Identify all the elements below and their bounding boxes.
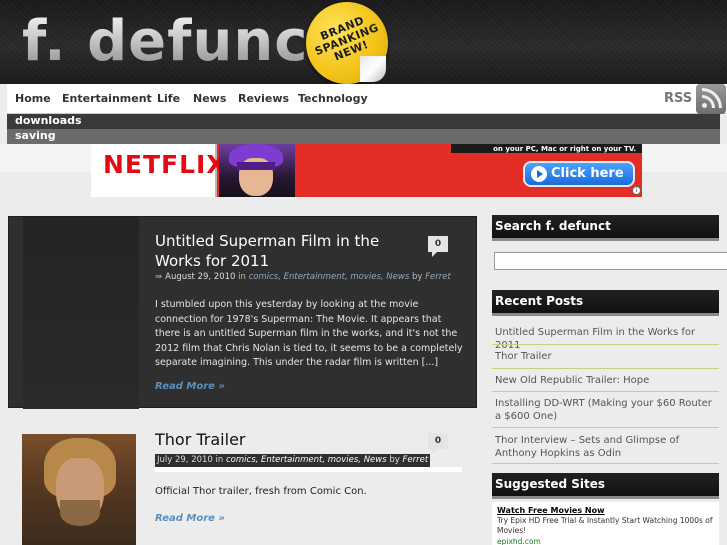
recent-divider [492,344,719,345]
recent-post-link[interactable]: Installing DD-WRT (Making your $60 Route… [495,397,719,423]
recent-divider [492,463,719,464]
read-more-link[interactable]: Read More » [155,381,225,392]
post-author[interactable]: Ferret [403,455,429,465]
nav-item-life[interactable]: Life [157,92,180,105]
post-thumbnail[interactable] [23,217,139,409]
rss-label[interactable]: RSS [664,91,692,106]
recent-post-link[interactable]: Untitled Superman Film in the Works for … [495,326,719,352]
ad-click-label: Click here [551,166,624,181]
post-excerpt: I stumbled upon this yesterday by lookin… [155,299,463,368]
recent-posts-title: Recent Posts [492,290,719,316]
site-logo[interactable]: f. defunct [22,14,336,70]
ad-brand: NETFLIX [103,150,227,179]
post-superman: Untitled Superman Film in the Works for … [8,216,477,409]
ad-tagline: on your PC, Mac or right on your TV. [451,144,642,153]
meta-in-label: in [238,272,246,282]
post-meta: July 29, 2010 in comics, Entertainment, … [155,454,431,467]
nav-item-home[interactable]: Home [15,92,51,105]
comment-count-badge[interactable]: 0 [428,236,448,257]
suggested-site-desc: Try Epix HD Free Trial & Instantly Start… [497,516,713,535]
subnav-saving[interactable]: saving [7,129,720,144]
post-title[interactable]: Thor Trailer [155,430,245,450]
nav-item-entertainment[interactable]: Entertainment [62,92,152,105]
meta-divider [155,467,462,472]
meta-by-label: by [389,455,400,465]
post-title[interactable]: Untitled Superman Film in the Works for … [155,231,415,271]
post-date: August 29, 2010 [165,272,236,282]
meta-arrow-icon: ⇛ [155,272,163,282]
post-author[interactable]: Ferret [425,272,451,282]
ad-character-image [219,144,295,197]
ad-logo-box: NETFLIX [91,144,226,197]
sticker-text: BRAND SPANKING NEW! [313,13,381,64]
suggested-site[interactable]: Watch Free Movies Now Try Epix HD Free T… [492,502,719,545]
ad-info-icon[interactable]: i [632,186,641,195]
main-nav: Home Entertainment Life News Reviews Tec… [7,84,727,114]
search-widget-title: Search f. defunct [492,215,719,241]
post-thumbnail[interactable] [22,434,136,545]
recent-divider [492,391,719,392]
play-icon [531,166,547,182]
comment-count-badge[interactable]: 0 [428,433,448,454]
nav-item-reviews[interactable]: Reviews [238,92,289,105]
post-date: July 29, 2010 [157,455,213,465]
suggested-site-url[interactable]: epixhd.com [497,537,541,545]
search-input[interactable] [494,252,727,270]
post-thor: Thor Trailer 0 July 29, 2010 in comics, … [8,420,477,545]
brand-new-sticker: BRAND SPANKING NEW! [306,2,388,84]
recent-post-link[interactable]: Thor Interview – Sets and Glimpse of Ant… [495,434,719,460]
read-more-link[interactable]: Read More » [155,513,225,524]
suggested-sites-title: Suggested Sites [492,473,719,499]
recent-divider [492,368,719,369]
post-excerpt: Official Thor trailer, fresh from Comic … [155,486,367,497]
recent-divider [492,427,719,428]
recent-post-link[interactable]: New Old Republic Trailer: Hope [495,374,719,387]
meta-by-label: by [411,272,423,282]
ad-click-here-button[interactable]: Click here [523,161,635,187]
subnav-downloads[interactable]: downloads [7,114,720,129]
site-header: f. defunct BRAND SPANKING NEW! [0,0,727,84]
recent-post-link[interactable]: Thor Trailer [495,350,719,363]
suggested-site-title[interactable]: Watch Free Movies Now [497,506,605,515]
rss-icon[interactable] [696,84,726,114]
post-categories[interactable]: comics, Entertainment, movies, News [249,272,410,282]
nav-item-technology[interactable]: Technology [298,92,368,105]
post-categories[interactable]: comics, Entertainment, movies, News [226,455,387,465]
nav-item-news[interactable]: News [193,92,226,105]
meta-in-label: in [215,455,224,465]
post-meta: ⇛ August 29, 2010 in comics, Entertainmen… [155,272,451,282]
netflix-banner-ad[interactable]: NETFLIX on your PC, Mac or right on your… [91,144,642,197]
